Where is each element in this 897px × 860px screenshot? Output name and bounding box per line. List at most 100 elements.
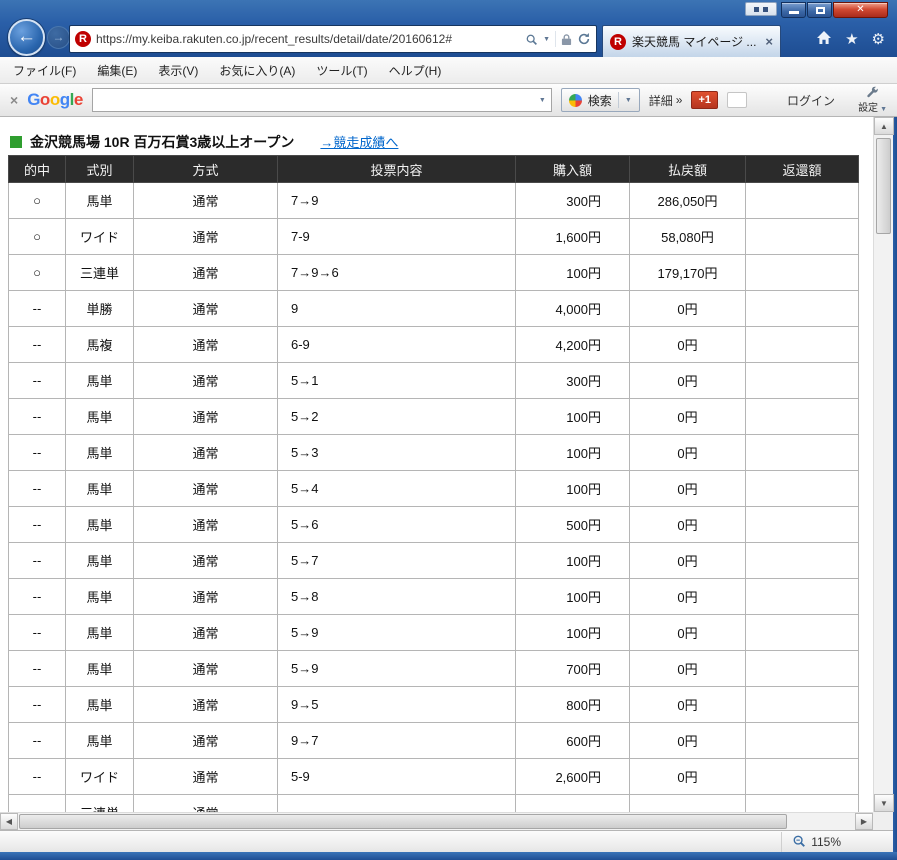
lock-icon[interactable]: [561, 33, 572, 46]
cell-refund-amount: [745, 506, 859, 543]
horizontal-scrollbar[interactable]: ◀ ▶: [0, 812, 873, 830]
cell-refund-amount: [745, 578, 859, 615]
cell-bet-type: 馬単: [65, 650, 134, 687]
toolbar-search-field[interactable]: ▼: [91, 88, 552, 112]
search-options-caret-icon[interactable]: ▼: [625, 97, 632, 104]
toolbar-search-input[interactable]: [97, 93, 539, 107]
cell-payout-amount: 0円: [629, 686, 746, 723]
cell-selection: 7→9→6: [277, 254, 516, 291]
header-method: 方式: [133, 155, 278, 183]
browser-titlebar: ✕ ← → R ▼ R 楽天競馬 マイページ ... × ★ ⚙: [0, 0, 897, 57]
menu-tools[interactable]: ツール(T): [316, 62, 367, 79]
cell-method: 通常: [133, 182, 278, 219]
cell-refund-amount: [745, 290, 859, 327]
menu-favorites[interactable]: お気に入り(A): [219, 62, 295, 79]
minimize-button[interactable]: [781, 2, 806, 18]
toolbar-details-button[interactable]: 詳細 »: [649, 92, 683, 109]
cell-bet-type: 三連単: [65, 794, 134, 812]
toolbar-login-button[interactable]: ログイン: [787, 92, 835, 109]
table-row: -- 馬単 通常 5→6 500円 0円: [8, 506, 859, 543]
cell-bet-type: 馬複: [65, 326, 134, 363]
cell-payout-amount: 0円: [629, 542, 746, 579]
cell-purchase-amount: 1,600円: [515, 218, 630, 255]
bet-results-table: 的中 式別 方式 投票内容 購入額 払戻額 返還額 ○ 馬単 通常 7→9 30…: [8, 155, 859, 812]
cell-purchase-amount: 300円: [515, 362, 630, 399]
scroll-left-button[interactable]: ◀: [0, 813, 18, 830]
cell-refund-amount: [745, 398, 859, 435]
table-row: -- 馬単 通常 5→4 100円 0円: [8, 470, 859, 507]
cell-purchase-amount: 100円: [515, 434, 630, 471]
cell-payout-amount: [629, 794, 746, 812]
cell-method: 通常: [133, 794, 278, 812]
table-row: -- 馬単 通常 5→1 300円 0円: [8, 362, 859, 399]
menu-help[interactable]: ヘルプ(H): [389, 62, 442, 79]
plus-one-button[interactable]: +1: [691, 91, 718, 109]
table-row: -- 馬単 通常 5→8 100円 0円: [8, 578, 859, 615]
zoom-button[interactable]: 115%: [781, 832, 851, 852]
cell-method: 通常: [133, 542, 278, 579]
cell-refund-amount: [745, 758, 859, 795]
cell-bet-type: 単勝: [65, 290, 134, 327]
table-row: -- 馬単 通常 5→2 100円 0円: [8, 398, 859, 435]
scroll-down-button[interactable]: ▼: [874, 794, 894, 812]
refresh-icon[interactable]: [577, 32, 591, 46]
forward-button[interactable]: →: [47, 26, 70, 49]
menu-file[interactable]: ファイル(F): [13, 62, 76, 79]
race-results-link[interactable]: →競走成績へ: [320, 132, 398, 151]
menu-view[interactable]: 表示(V): [158, 62, 198, 79]
vertical-scrollbar[interactable]: ▲ ▼: [873, 117, 894, 812]
back-button[interactable]: ←: [8, 19, 45, 56]
url-input[interactable]: [96, 32, 521, 46]
settings-label: 設定: [858, 103, 879, 114]
cell-purchase-amount: 800円: [515, 686, 630, 723]
window-frame-right: [893, 117, 897, 860]
cell-payout-amount: 0円: [629, 290, 746, 327]
google-toolbar: × Google ▼ 検索 ▼ 詳細 » +1 ログイン 設定 ▼: [0, 84, 897, 117]
header-purchase-amount: 購入額: [515, 155, 630, 183]
cell-refund-amount: [745, 794, 859, 812]
close-button[interactable]: ✕: [833, 2, 888, 18]
home-icon[interactable]: [816, 30, 832, 48]
titlebar-extra-button[interactable]: [745, 2, 777, 16]
cell-purchase-amount: 100円: [515, 254, 630, 291]
details-label: 詳細: [648, 93, 673, 108]
toolbar-search-button[interactable]: 検索 ▼: [560, 88, 640, 112]
cell-bet-type: 馬単: [65, 398, 134, 435]
address-bar[interactable]: R ▼: [69, 25, 597, 53]
cell-purchase-amount: 4,200円: [515, 326, 630, 363]
browser-tab[interactable]: R 楽天競馬 マイページ ... ×: [602, 25, 781, 57]
table-row: ○ 三連単 通常 7→9→6 100円 179,170円: [8, 254, 859, 291]
cell-purchase-amount: [515, 794, 630, 812]
toolbar-settings-button[interactable]: 設定 ▼: [858, 86, 887, 114]
cell-purchase-amount: 100円: [515, 614, 630, 651]
search-icon[interactable]: [525, 33, 538, 46]
scroll-up-button[interactable]: ▲: [874, 117, 894, 135]
horizontal-scroll-thumb[interactable]: [19, 814, 787, 829]
site-favicon: R: [75, 31, 91, 47]
table-header-row: 的中 式別 方式 投票内容 購入額 払戻額 返還額: [8, 155, 859, 183]
tools-gear-icon[interactable]: ⚙: [872, 32, 885, 47]
cell-purchase-amount: 300円: [515, 182, 630, 219]
cell-bet-type: 馬単: [65, 722, 134, 759]
maximize-button[interactable]: [807, 2, 832, 18]
cell-method: 通常: [133, 326, 278, 363]
menu-edit[interactable]: 編集(E): [97, 62, 137, 79]
cell-purchase-amount: 100円: [515, 470, 630, 507]
table-row: -- 馬単 通常 5→3 100円 0円: [8, 434, 859, 471]
header-payout-amount: 払戻額: [629, 155, 746, 183]
toolbar-close-icon[interactable]: ×: [10, 92, 18, 108]
cell-selection: 5→8: [277, 578, 516, 615]
cell-payout-amount: 0円: [629, 722, 746, 759]
toolbar-search-button-label: 検索: [587, 93, 612, 108]
table-row: -- 馬単 通常 5→7 100円 0円: [8, 542, 859, 579]
vertical-scroll-thumb[interactable]: [876, 138, 891, 234]
details-chevron-icon: »: [675, 93, 683, 107]
cell-method: 通常: [133, 614, 278, 651]
favorites-star-icon[interactable]: ★: [845, 32, 858, 47]
plus-one-count-bubble[interactable]: [727, 92, 747, 108]
toolbar-search-dropdown-icon[interactable]: ▼: [539, 97, 546, 104]
address-dropdown-icon[interactable]: ▼: [543, 36, 550, 43]
scroll-right-button[interactable]: ▶: [855, 813, 873, 830]
tab-close-icon[interactable]: ×: [765, 35, 773, 48]
green-marker-icon: [10, 135, 22, 148]
